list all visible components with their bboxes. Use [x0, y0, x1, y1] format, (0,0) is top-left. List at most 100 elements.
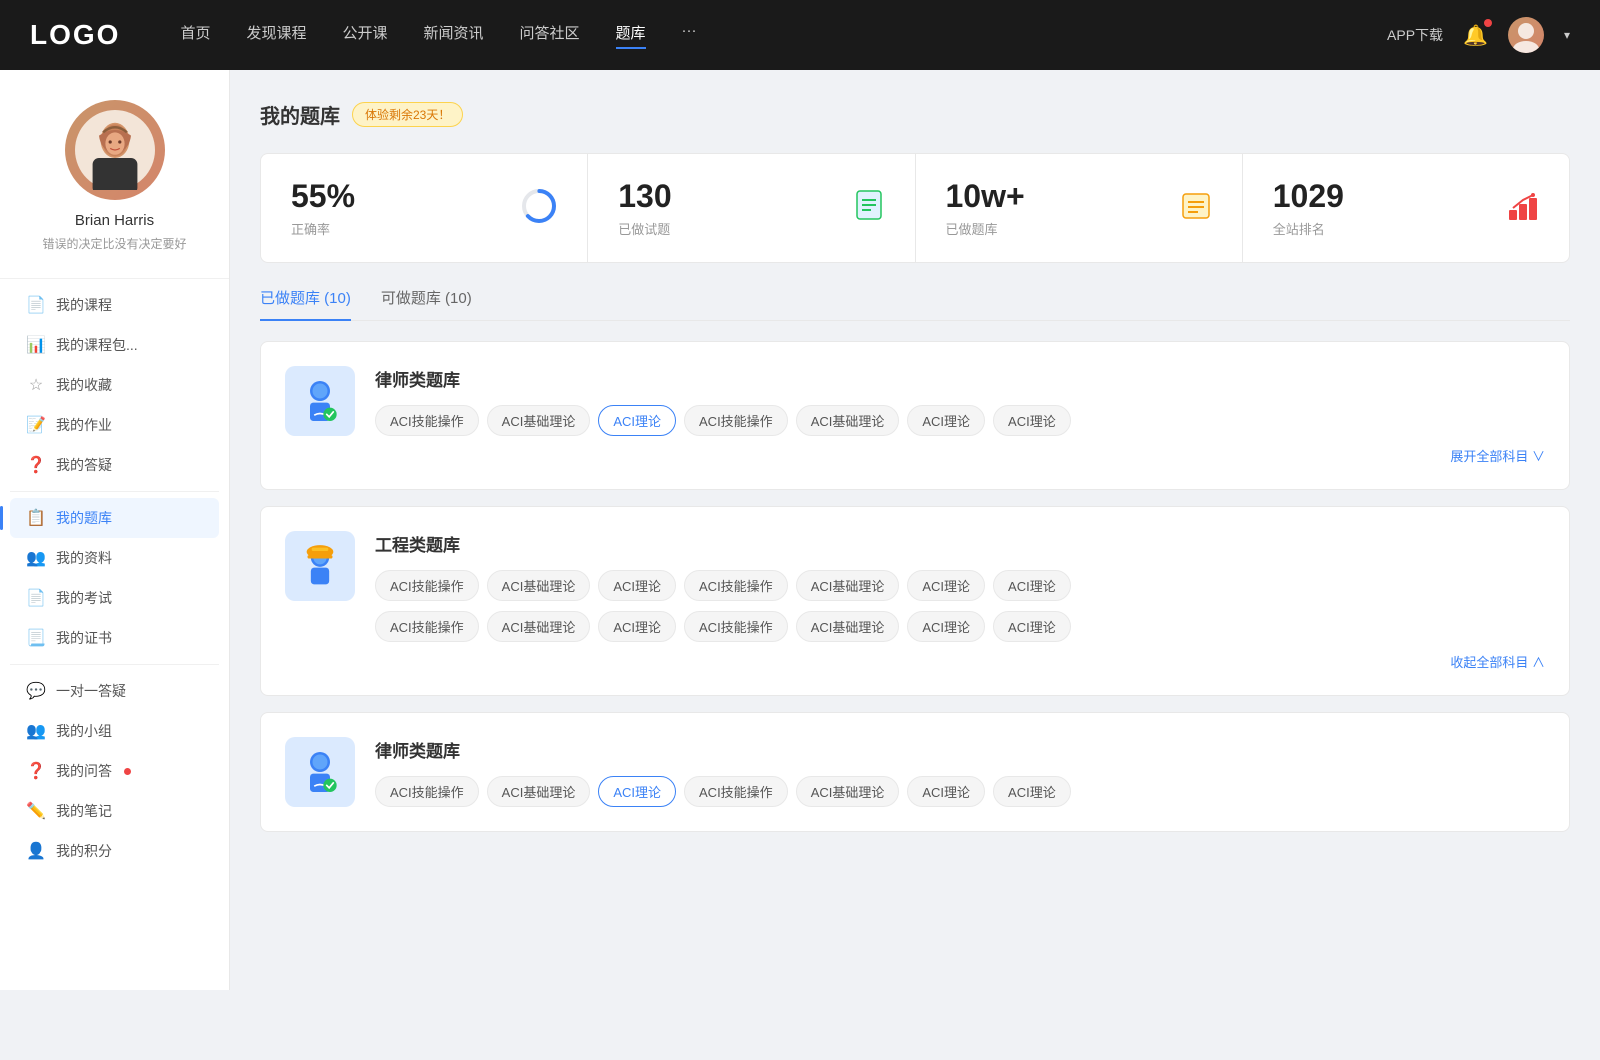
navbar-menu: 首页 发现课程 公开课 新闻资讯 问答社区 题库 ···	[180, 22, 1387, 49]
stat-rank: 1029 全站排名	[1243, 154, 1569, 262]
sidebar-item-group[interactable]: 👥 我的小组	[10, 711, 219, 751]
bank-tag[interactable]: ACI基础理论	[796, 776, 900, 807]
nav-open-course[interactable]: 公开课	[342, 22, 387, 49]
sidebar-item-myqa[interactable]: ❓ 我的问答	[10, 751, 219, 791]
page-title: 我的题库	[260, 100, 340, 129]
sidebar-label-group: 我的小组	[56, 721, 112, 741]
page-header: 我的题库 体验剩余23天！	[260, 100, 1570, 129]
bank-tag[interactable]: ACI基础理论	[487, 776, 591, 807]
nav-qa[interactable]: 问答社区	[520, 22, 580, 49]
sidebar-item-profile[interactable]: 👥 我的资料	[10, 538, 219, 578]
sidebar-user-name: Brian Harris	[75, 212, 154, 229]
nav-questionbank[interactable]: 题库	[616, 22, 646, 49]
coursepack-icon: 📊	[26, 335, 46, 355]
bank-tag[interactable]: ACI理论	[993, 405, 1071, 436]
sidebar-item-tutoring[interactable]: 💬 一对一答疑	[10, 671, 219, 711]
sidebar-label-notes: 我的笔记	[56, 801, 112, 821]
bank-tag[interactable]: ACI技能操作	[684, 405, 788, 436]
sidebar-menu: 📄 我的课程 📊 我的课程包... ☆ 我的收藏 📝 我的作业 ❓ 我的答疑 �	[0, 285, 229, 871]
stat-accuracy-label: 正确率	[291, 219, 355, 238]
sidebar-label-tutoring: 一对一答疑	[56, 681, 126, 701]
sidebar-item-homework[interactable]: 📝 我的作业	[10, 405, 219, 445]
bank-tag[interactable]: ACI基础理论	[796, 611, 900, 642]
sidebar-item-exam[interactable]: 📄 我的考试	[10, 578, 219, 618]
bank-card-header-1: 律师类题库 ACI技能操作 ACI基础理论 ACI理论 ACI技能操作 ACI基…	[285, 366, 1545, 465]
stat-accuracy-value: 55%	[291, 178, 355, 215]
sidebar-item-favorites[interactable]: ☆ 我的收藏	[10, 365, 219, 405]
bank-tag[interactable]: ACI技能操作	[684, 570, 788, 601]
sidebar-item-coursepack[interactable]: 📊 我的课程包...	[10, 325, 219, 365]
bank-tag[interactable]: ACI理论	[598, 611, 676, 642]
sidebar-item-points[interactable]: 👤 我的积分	[10, 831, 219, 871]
bank-tag[interactable]: ACI理论	[993, 776, 1071, 807]
bank-tag[interactable]: ACI技能操作	[375, 405, 479, 436]
main-container: Brian Harris 错误的决定比没有决定要好 📄 我的课程 📊 我的课程包…	[0, 70, 1600, 990]
bank-expand-1[interactable]: 展开全部科目 ∨	[375, 436, 1545, 465]
bank-tag[interactable]: ACI技能操作	[684, 611, 788, 642]
tab-available[interactable]: 可做题库 (10)	[381, 287, 472, 320]
main-content: 我的题库 体验剩余23天！ 55% 正确率 130	[230, 70, 1600, 990]
bank-name-2: 工程类题库	[375, 531, 1545, 556]
tabs: 已做题库 (10) 可做题库 (10)	[260, 287, 1570, 321]
nav-home[interactable]: 首页	[180, 22, 210, 49]
sidebar-item-course[interactable]: 📄 我的课程	[10, 285, 219, 325]
bank-tag[interactable]: ACI理论	[907, 611, 985, 642]
sidebar-item-notes[interactable]: ✏️ 我的笔记	[10, 791, 219, 831]
sidebar-item-certificate[interactable]: 📃 我的证书	[10, 618, 219, 658]
bank-name-1: 律师类题库	[375, 366, 1545, 391]
app-download-button[interactable]: APP下载	[1387, 25, 1443, 45]
bank-tag[interactable]: ACI理论	[598, 570, 676, 601]
favorites-icon: ☆	[26, 375, 46, 395]
bank-card-lawyer-2: 律师类题库 ACI技能操作 ACI基础理论 ACI理论 ACI技能操作 ACI基…	[260, 712, 1570, 832]
avatar-dropdown-arrow[interactable]: ▾	[1564, 28, 1570, 42]
bank-tag[interactable]: ACI技能操作	[375, 611, 479, 642]
tutoring-icon: 💬	[26, 681, 46, 701]
stat-done-banks-value: 10w+	[946, 178, 1025, 215]
sidebar: Brian Harris 错误的决定比没有决定要好 📄 我的课程 📊 我的课程包…	[0, 70, 230, 990]
nav-discover[interactable]: 发现课程	[246, 22, 306, 49]
bank-tag[interactable]: ACI基础理论	[487, 570, 591, 601]
bank-tag[interactable]: ACI基础理论	[487, 611, 591, 642]
stat-done-questions-content: 130 已做试题	[618, 178, 671, 238]
bank-tag[interactable]: ACI基础理论	[796, 405, 900, 436]
bank-tag[interactable]: ACI技能操作	[375, 570, 479, 601]
navbar-right: APP下载 🔔 ▾	[1387, 17, 1570, 53]
bank-icon-lawyer-2	[285, 737, 355, 807]
bank-tag[interactable]: ACI理论	[907, 776, 985, 807]
bank-tags-1: ACI技能操作 ACI基础理论 ACI理论 ACI技能操作 ACI基础理论 AC…	[375, 405, 1545, 436]
bank-tag-active[interactable]: ACI理论	[598, 405, 676, 436]
bank-tag[interactable]: ACI理论	[993, 570, 1071, 601]
bank-tag[interactable]: ACI技能操作	[684, 776, 788, 807]
stat-done-banks-label: 已做题库	[946, 219, 1025, 238]
stat-done-questions-label: 已做试题	[618, 219, 671, 238]
bank-tag[interactable]: ACI技能操作	[375, 776, 479, 807]
sidebar-item-questionbank[interactable]: 📋 我的题库	[10, 498, 219, 538]
course-icon: 📄	[26, 295, 46, 315]
tab-done[interactable]: 已做题库 (10)	[260, 287, 351, 320]
bank-tag[interactable]: ACI理论	[907, 405, 985, 436]
bank-tag[interactable]: ACI基础理论	[487, 405, 591, 436]
bank-tag[interactable]: ACI基础理论	[796, 570, 900, 601]
nav-more[interactable]: ···	[682, 22, 697, 49]
bank-card-lawyer-1: 律师类题库 ACI技能操作 ACI基础理论 ACI理论 ACI技能操作 ACI基…	[260, 341, 1570, 490]
bank-tag-active[interactable]: ACI理论	[598, 776, 676, 807]
stat-rank-value: 1029	[1273, 178, 1344, 215]
stat-done-questions-icon	[853, 189, 885, 228]
bank-card-header-2: 工程类题库 ACI技能操作 ACI基础理论 ACI理论 ACI技能操作 ACI基…	[285, 531, 1545, 671]
avatar[interactable]	[1508, 17, 1544, 53]
bank-tag[interactable]: ACI理论	[907, 570, 985, 601]
trial-badge: 体验剩余23天！	[352, 102, 463, 127]
bank-card-header-3: 律师类题库 ACI技能操作 ACI基础理论 ACI理论 ACI技能操作 ACI基…	[285, 737, 1545, 807]
nav-news[interactable]: 新闻资讯	[424, 22, 484, 49]
bank-icon-lawyer-1	[285, 366, 355, 436]
sidebar-label-profile: 我的资料	[56, 548, 112, 568]
sidebar-divider-2	[10, 491, 219, 492]
bank-tag[interactable]: ACI理论	[993, 611, 1071, 642]
bell-badge	[1484, 19, 1492, 27]
sidebar-item-qa[interactable]: ❓ 我的答疑	[10, 445, 219, 485]
bank-expand-2[interactable]: 收起全部科目 ∧	[375, 642, 1545, 671]
sidebar-label-favorites: 我的收藏	[56, 375, 112, 395]
sidebar-label-course: 我的课程	[56, 295, 112, 315]
bell-button[interactable]: 🔔	[1463, 23, 1488, 48]
sidebar-divider-1	[0, 278, 229, 279]
